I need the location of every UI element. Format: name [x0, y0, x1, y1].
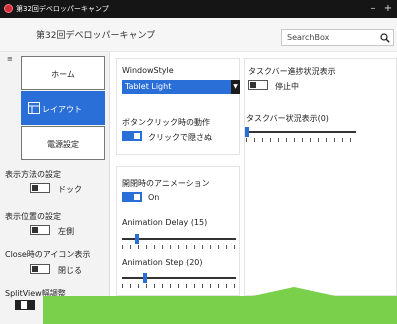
nav-item-home[interactable]: ホーム: [21, 56, 105, 90]
toggle-knob: [134, 194, 140, 200]
animation-delay-label: Animation Delay (15): [122, 218, 208, 227]
animation-step-track[interactable]: [122, 277, 236, 279]
animation-delay-ticks: [122, 245, 236, 249]
app-header: 第32回デベロッパーキャンプ SearchBox: [0, 18, 397, 52]
window-style-dropdown[interactable]: Tablet Light ▼: [122, 80, 240, 94]
taskbar-status-thumb[interactable]: [245, 127, 249, 137]
animation-step-ticks: [122, 284, 236, 288]
toggle-knob: [250, 82, 256, 88]
overlay-banner: [43, 296, 397, 324]
animation-value: On: [148, 193, 160, 202]
window-style-value: Tablet Light: [125, 82, 172, 91]
display-mode-label: 表示方法の設定: [5, 170, 61, 179]
window-titlebar: 第32回デベロッパーキャンプ – +: [0, 0, 397, 18]
hamburger-menu-icon[interactable]: ≡: [7, 55, 13, 63]
taskbar-progress-value: 停止中: [275, 82, 299, 91]
animation-delay-thumb[interactable]: [135, 234, 139, 244]
close-icon-label: Close時のアイコン表示: [5, 250, 91, 259]
toggle-knob: [32, 227, 38, 233]
close-icon-value: 閉じる: [58, 266, 82, 275]
button-click-toggle[interactable]: [122, 131, 142, 141]
animation-delay-track[interactable]: [122, 238, 236, 240]
app-icon: [4, 4, 13, 13]
minimize-button[interactable]: –: [366, 2, 380, 16]
slider-thumb[interactable]: [21, 301, 27, 309]
position-label: 表示位置の設定: [5, 212, 61, 221]
toggle-knob: [32, 266, 38, 272]
taskbar-status-track[interactable]: [246, 131, 356, 133]
search-icon[interactable]: [380, 33, 390, 43]
window-title: 第32回デベロッパーキャンプ: [16, 5, 109, 13]
button-click-value: クリックで隠さぬ: [148, 133, 212, 142]
animation-toggle[interactable]: [122, 192, 142, 202]
animation-step-label: Animation Step (20): [122, 258, 203, 267]
taskbar-panel: [244, 58, 397, 296]
layout-icon: [28, 102, 40, 114]
position-toggle[interactable]: [30, 225, 50, 235]
display-mode-toggle[interactable]: [30, 183, 50, 193]
button-click-label: ボタンクリック時の動作: [122, 118, 210, 127]
toggle-knob: [32, 185, 38, 191]
nav-item-label: レイアウト: [42, 105, 82, 114]
taskbar-progress-toggle[interactable]: [248, 80, 268, 90]
taskbar-progress-label: タスクバー進捗状況表示: [248, 67, 336, 76]
dropdown-arrow-icon[interactable]: ▼: [231, 80, 240, 94]
nav-item-label: 電源設定: [47, 140, 79, 149]
nav-item-label: ホーム: [51, 70, 75, 79]
taskbar-status-label: タスクバー状況表示(0): [246, 114, 329, 123]
toggle-knob: [134, 133, 140, 139]
page-title: 第32回デベロッパーキャンプ: [36, 31, 156, 41]
close-button[interactable]: +: [381, 2, 395, 16]
navigation-pane: ≡ ホーム レイアウト 電源設定 表示方法の設定 ドック 表示位置の設定 左側 …: [0, 52, 110, 324]
animation-label: 開閉時のアニメーション: [122, 179, 210, 188]
splitview-width-slider[interactable]: [15, 300, 35, 310]
nav-item-layout[interactable]: レイアウト: [21, 91, 105, 125]
window-style-label: WindowStyle: [122, 66, 174, 75]
position-value: 左側: [58, 227, 74, 236]
close-icon-toggle[interactable]: [30, 264, 50, 274]
search-input[interactable]: SearchBox: [287, 33, 329, 42]
display-mode-value: ドック: [58, 185, 82, 194]
search-box[interactable]: SearchBox: [281, 29, 394, 46]
nav-item-power-settings[interactable]: 電源設定: [21, 126, 105, 160]
animation-step-thumb[interactable]: [143, 273, 147, 283]
taskbar-status-ticks: [246, 138, 356, 142]
